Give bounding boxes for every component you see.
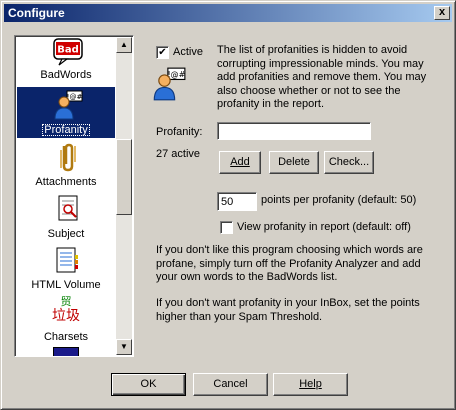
paperclip-icon: [60, 143, 76, 172]
ok-button-label: OK: [140, 378, 157, 390]
profanity-label: Profanity:: [156, 126, 203, 138]
scroll-down-button[interactable]: ▼: [116, 339, 132, 355]
svg-text:Bad: Bad: [57, 45, 79, 56]
scroll-up-button[interactable]: ▲: [116, 37, 132, 53]
view-profanity-label: View profanity in report (default: off): [237, 221, 411, 233]
close-icon: x: [438, 6, 446, 18]
charsets-icon: 贸 垃圾: [52, 295, 80, 325]
add-button-label: Add: [230, 156, 250, 168]
category-label: Profanity: [42, 124, 90, 136]
delete-button-label: Delete: [278, 156, 310, 168]
category-item-attachments[interactable]: Attachments: [17, 139, 115, 190]
category-item-subject[interactable]: Subject: [17, 191, 115, 242]
category-scrollbar[interactable]: ▲ ▼: [116, 37, 132, 355]
active-label: Active: [173, 46, 203, 58]
category-label: HTML Volume: [31, 279, 101, 291]
ok-button[interactable]: OK: [111, 373, 186, 396]
category-label: Charsets: [43, 331, 89, 343]
profanity-large-icon: !@#: [153, 67, 186, 101]
add-button[interactable]: Add: [219, 151, 261, 174]
description-text: The list of profanities is hidden to avo…: [217, 44, 427, 111]
help-text-analyzer: If you don't like this program choosing …: [156, 244, 423, 283]
configure-dialog: Configure x Bad BadWords !@# Profanity A…: [0, 0, 456, 410]
category-label: BadWords: [40, 69, 92, 81]
check-button[interactable]: Check...: [324, 151, 374, 174]
cancel-button-label: Cancel: [213, 378, 248, 390]
help-button[interactable]: Help: [273, 373, 348, 396]
html-volume-icon: [56, 247, 78, 273]
points-input[interactable]: [217, 192, 257, 211]
points-label: points per profanity (default: 50): [261, 194, 417, 206]
view-profanity-checkbox[interactable]: [220, 221, 233, 234]
check-button-label: Check...: [328, 156, 370, 168]
active-count: 27 active: [156, 148, 201, 160]
title-bar[interactable]: Configure x: [4, 4, 452, 22]
svg-text:!@#: !@#: [167, 70, 185, 79]
help-button-label: Help: [299, 378, 322, 390]
category-label: Subject: [47, 228, 85, 240]
help-text-inbox: If you don't want profanity in your InBo…: [156, 297, 420, 323]
cancel-button[interactable]: Cancel: [193, 373, 268, 396]
category-item-charsets[interactable]: 贸 垃圾 Charsets: [17, 294, 115, 345]
category-item-html-volume[interactable]: HTML Volume: [17, 242, 115, 293]
category-label: Attachments: [35, 176, 97, 188]
delete-button[interactable]: Delete: [269, 151, 319, 174]
category-item-profanity[interactable]: !@# Profanity: [17, 87, 115, 138]
next-category-icon: [53, 347, 79, 356]
profanity-icon: !@#: [54, 90, 83, 120]
active-checkbox[interactable]: ✔: [156, 46, 169, 59]
close-button[interactable]: x: [434, 6, 450, 20]
subject-icon: [58, 195, 78, 221]
category-item-badwords[interactable]: Bad BadWords: [17, 36, 115, 83]
scroll-thumb[interactable]: [116, 139, 132, 215]
badwords-icon: Bad: [53, 38, 83, 66]
window-title: Configure: [8, 6, 65, 20]
category-list[interactable]: Bad BadWords !@# Profanity Attachments S…: [14, 35, 134, 357]
profanity-input[interactable]: [217, 122, 371, 140]
